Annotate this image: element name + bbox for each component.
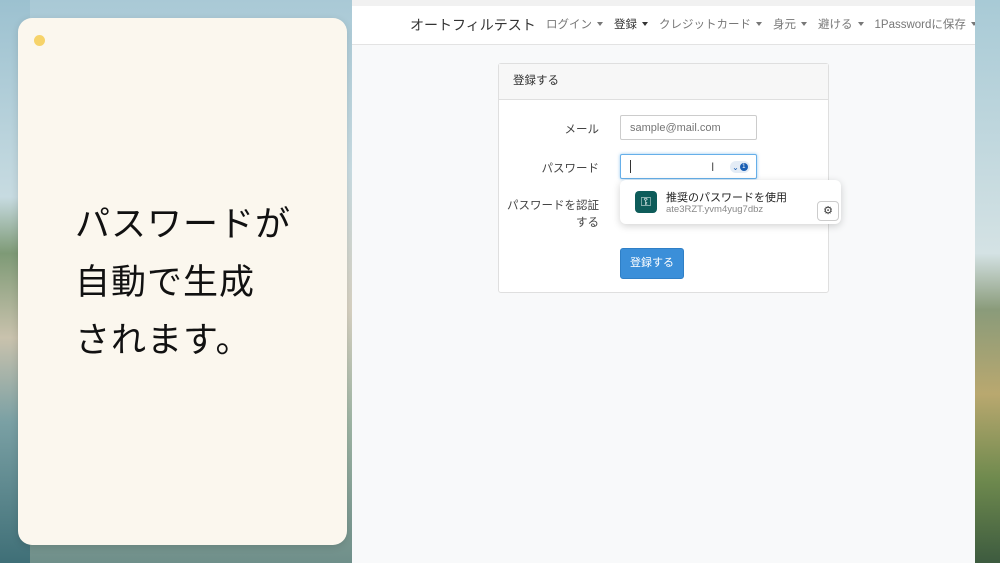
key-icon: ⚿ bbox=[635, 191, 657, 213]
nav-item-label: クレジットカード bbox=[659, 19, 751, 31]
caret-down-icon bbox=[756, 22, 762, 26]
suggested-password: ate3RZT.yvm4yug7dbz bbox=[666, 204, 764, 215]
onepassword-logo-icon: 1 bbox=[739, 163, 748, 171]
register-card: 登録する メール パスワード I ⌄1 パスワードを認証 する 登録する bbox=[498, 63, 829, 293]
nav-item-label: 1Passwordに保存 bbox=[874, 19, 966, 31]
register-button[interactable]: 登録する bbox=[620, 248, 684, 279]
browser-page: オートフィルテスト ログイン 登録 クレジットカード 身元 避ける 1Passw… bbox=[352, 0, 975, 563]
nav-item-label: 避ける bbox=[818, 19, 853, 31]
caret-down-icon bbox=[642, 22, 648, 26]
confirm-label-line: する bbox=[576, 217, 599, 229]
nav-item-login[interactable]: ログイン bbox=[546, 16, 603, 32]
browser-chrome-strip bbox=[352, 0, 975, 6]
email-field[interactable] bbox=[620, 115, 757, 140]
nav-item-label: ログイン bbox=[546, 19, 592, 31]
nav-item-label: 登録 bbox=[614, 19, 637, 31]
caret-down-icon bbox=[970, 22, 975, 26]
onepassword-icon[interactable]: ⌄ 1 bbox=[730, 161, 750, 173]
navbar: オートフィルテスト ログイン 登録 クレジットカード 身元 避ける 1Passw… bbox=[352, 0, 975, 45]
annotation-line: 自動で生成 bbox=[75, 263, 256, 303]
sliders-icon[interactable]: ⚙ bbox=[817, 201, 839, 221]
password-suggestion-popup[interactable]: ⚿ 推奨のパスワードを使用 ate3RZT.yvm4yug7dbz ⚙ bbox=[620, 180, 841, 224]
text-cursor-icon: I bbox=[711, 160, 715, 174]
nav-item-label: 身元 bbox=[773, 19, 796, 31]
nav-item-avoid[interactable]: 避ける bbox=[818, 16, 864, 32]
email-label: メール bbox=[564, 124, 600, 136]
nav-item-identity[interactable]: 身元 bbox=[773, 16, 807, 32]
register-card-title: 登録する bbox=[499, 64, 828, 100]
password-label: パスワード bbox=[541, 163, 600, 175]
confirm-label-line: パスワードを認証 bbox=[507, 200, 599, 212]
annotation-line: されます。 bbox=[75, 321, 252, 361]
navbar-brand[interactable]: オートフィルテスト bbox=[410, 15, 536, 35]
annotation-text: パスワードが 自動で生成 されます。 bbox=[75, 196, 335, 370]
nav-item-credit-card[interactable]: クレジットカード bbox=[659, 16, 762, 32]
text-caret bbox=[630, 160, 631, 173]
confirm-password-label: パスワードを認証 する bbox=[505, 198, 599, 232]
nav-menu: ログイン 登録 クレジットカード 身元 避ける 1Passwordに保存 参 bbox=[546, 16, 975, 32]
annotation-card: パスワードが 自動で生成 されます。 bbox=[18, 18, 347, 545]
nav-item-register[interactable]: 登録 bbox=[614, 16, 648, 32]
chevron-down-icon: ⌄ bbox=[732, 162, 739, 172]
annotation-line: パスワードが bbox=[75, 205, 292, 245]
password-field[interactable]: I ⌄ 1 bbox=[620, 154, 757, 179]
caret-down-icon bbox=[597, 22, 603, 26]
window-dot bbox=[34, 35, 45, 46]
caret-down-icon bbox=[857, 22, 864, 26]
nav-item-save-1password[interactable]: 1Passwordに保存 bbox=[874, 16, 975, 32]
caret-down-icon bbox=[801, 22, 807, 26]
suggestion-title: 推奨のパスワードを使用 bbox=[666, 192, 787, 204]
wallpaper-right bbox=[975, 0, 1000, 563]
